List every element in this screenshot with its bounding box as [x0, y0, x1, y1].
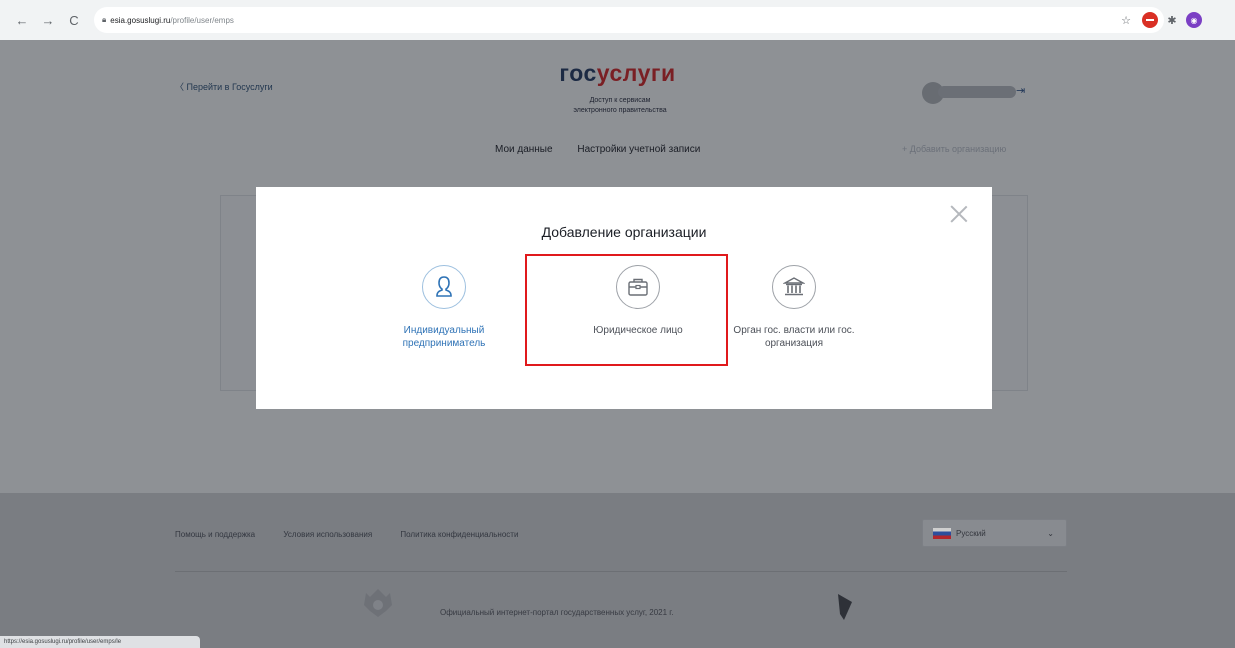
user-profile-widget[interactable]: ⇥: [922, 82, 1030, 104]
gosuslugi-logo[interactable]: госуслуги: [0, 60, 1235, 87]
language-label: Русский: [956, 528, 986, 538]
extensions-puzzle-icon[interactable]: ✱: [1164, 12, 1180, 28]
building-icon: [772, 265, 816, 309]
subtitle-line-1: Доступ к сервисам: [589, 97, 651, 104]
chevron-down-icon: ⌄: [1047, 528, 1054, 538]
footer: Помощь и поддержка Условия использования…: [0, 493, 1235, 648]
footer-link-help[interactable]: Помощь и поддержка: [175, 530, 255, 539]
option-government-body[interactable]: Орган гос. власти или гос. организация: [709, 265, 879, 350]
footer-link-terms[interactable]: Условия использования: [283, 530, 372, 539]
footer-links: Помощь и поддержка Условия использования…: [175, 530, 544, 539]
option-label: Индивидуальный предприниматель: [359, 324, 529, 350]
url-host: esia.gosuslugi.ru: [110, 15, 171, 25]
reload-icon[interactable]: C: [64, 10, 84, 30]
copyright-text: Официальный интернет-портал государствен…: [440, 608, 674, 617]
logout-icon[interactable]: ⇥: [1016, 84, 1025, 97]
redacted-username: [938, 86, 1016, 98]
footer-link-privacy[interactable]: Политика конфиденциальности: [400, 530, 518, 539]
language-select[interactable]: Русский ⌄: [922, 519, 1067, 547]
logo-gos-text: гос: [559, 60, 597, 86]
forward-arrow-icon[interactable]: →: [38, 10, 58, 30]
person-icon: [422, 265, 466, 309]
address-bar[interactable]: 🔒︎ esia.gosuslugi.ru /profile/user/emps: [94, 7, 1164, 33]
link-status-bar: https://esia.gosuslugi.ru/profile/user/e…: [0, 636, 200, 648]
logo-uslugi-text: услуги: [596, 60, 676, 86]
adblock-extension-icon[interactable]: [1142, 12, 1158, 28]
label-line-1: Орган гос. власти или гос.: [733, 325, 855, 336]
label-line-2: организация: [764, 338, 824, 349]
back-arrow-icon[interactable]: ←: [12, 10, 32, 30]
url-path: /profile/user/emps: [170, 15, 234, 25]
selection-highlight-box: [525, 254, 728, 366]
close-icon[interactable]: [950, 205, 968, 223]
option-individual-entrepreneur[interactable]: Индивидуальный предприниматель: [359, 265, 529, 350]
modal-title: Добавление организации: [541, 224, 707, 240]
menu-account-settings[interactable]: Настройки учетной записи: [577, 144, 700, 155]
add-organization-link[interactable]: + Добавить организацию: [902, 144, 1006, 154]
logo-subtitle: Доступ к сервисам электронного правитель…: [560, 96, 680, 116]
footer-divider: [175, 571, 1067, 572]
menu-my-data[interactable]: Мои данные: [495, 144, 553, 155]
russia-flag-icon: [933, 527, 951, 539]
label-line-1: Индивидуальный: [403, 325, 485, 336]
bookmark-star-icon[interactable]: ☆: [1118, 12, 1134, 28]
profile-avatar-icon[interactable]: ◉: [1186, 12, 1202, 28]
label-line-2: предприниматель: [402, 338, 486, 349]
coat-of-arms-icon: [360, 583, 396, 633]
lock-icon: 🔒︎: [102, 15, 107, 24]
rostelecom-logo-icon: [830, 588, 860, 638]
browser-toolbar: ← → C 🔒︎ esia.gosuslugi.ru /profile/user…: [0, 0, 1235, 40]
subtitle-line-2: электронного правительства: [573, 107, 667, 114]
profile-menu: Мои данные Настройки учетной записи: [495, 144, 722, 155]
option-label: Орган гос. власти или гос. организация: [709, 324, 879, 350]
